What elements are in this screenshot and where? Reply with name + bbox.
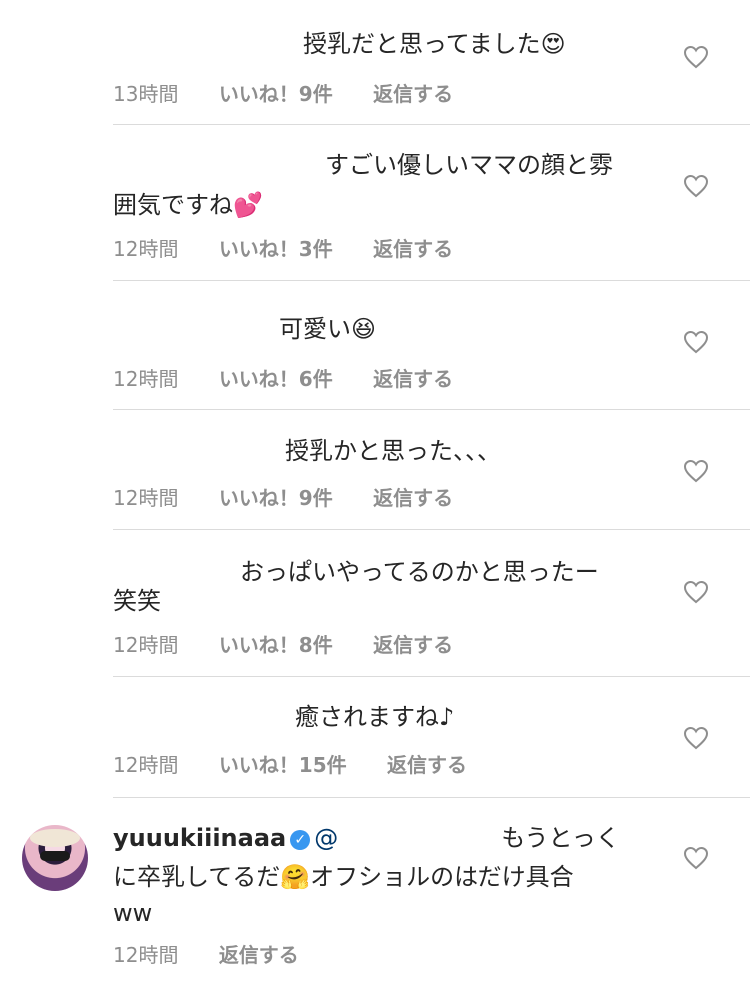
avatar[interactable] xyxy=(22,825,88,891)
comment-text: 可愛い😆 xyxy=(279,315,377,343)
comment-text-line2: に卒乳してるだ🤗オフショルのはだけ具合 xyxy=(113,863,574,891)
comment-meta: 12時間 いいね！8件 返信する xyxy=(113,629,453,658)
heart-icon[interactable] xyxy=(683,174,709,198)
reply-button[interactable]: 返信する xyxy=(387,749,467,778)
divider xyxy=(113,529,750,530)
reply-button[interactable]: 返信する xyxy=(373,363,453,392)
comment-text: 癒されますね♪ xyxy=(295,703,455,731)
comment-body-start: もうとっく xyxy=(501,824,620,852)
avatar-glasses xyxy=(40,851,70,861)
likes-count[interactable]: いいね！15件 xyxy=(219,749,347,778)
comment-time: 12時間 xyxy=(113,367,179,391)
comment-time: 12時間 xyxy=(113,943,179,967)
reply-button[interactable]: 返信する xyxy=(373,233,453,262)
comment-time: 12時間 xyxy=(113,237,179,261)
likes-count[interactable]: いいね！9件 xyxy=(219,78,333,107)
comment-meta: 12時間 返信する xyxy=(113,939,299,968)
heart-icon[interactable] xyxy=(683,45,709,69)
comment-meta: 12時間 いいね！6件 返信する xyxy=(113,363,453,392)
divider xyxy=(113,409,750,410)
likes-count[interactable]: いいね！6件 xyxy=(219,363,333,392)
reply-button[interactable]: 返信する xyxy=(219,939,299,968)
heart-icon[interactable] xyxy=(683,580,709,604)
comment-meta: 12時間 いいね！9件 返信する xyxy=(113,482,453,511)
heart-icon[interactable] xyxy=(683,459,709,483)
comment-meta: 12時間 いいね！3件 返信する xyxy=(113,233,453,262)
divider xyxy=(113,280,750,281)
divider xyxy=(113,124,750,125)
comment-text: 授乳かと思った、、、 xyxy=(285,437,501,465)
heart-icon[interactable] xyxy=(683,726,709,750)
avatar-hat xyxy=(30,829,80,847)
comment-time: 13時間 xyxy=(113,82,179,106)
heart-icon[interactable] xyxy=(683,330,709,354)
comment-text-line3: ww xyxy=(113,899,153,927)
reply-button[interactable]: 返信する xyxy=(373,78,453,107)
comment-time: 12時間 xyxy=(113,486,179,510)
comment-meta: 13時間 いいね！9件 返信する xyxy=(113,78,453,107)
divider xyxy=(113,797,750,798)
heart-icon[interactable] xyxy=(683,846,709,870)
comment-text: 授乳だと思ってました😍 xyxy=(303,30,566,58)
username[interactable]: yuuukiiinaaa xyxy=(113,824,286,852)
likes-count[interactable]: いいね！8件 xyxy=(219,629,333,658)
mention[interactable]: @ xyxy=(314,824,338,852)
likes-count[interactable]: いいね！9件 xyxy=(219,482,333,511)
comment-text-line2: 笑笑 xyxy=(113,587,161,615)
comment-text-line1: yuuukiiinaaa ✓ @ もうとっく xyxy=(113,818,673,858)
verified-badge-icon: ✓ xyxy=(290,830,311,850)
likes-count[interactable]: いいね！3件 xyxy=(219,233,333,262)
comment-text-line2: 囲気ですね💕 xyxy=(113,191,263,219)
comment-meta: 12時間 いいね！15件 返信する xyxy=(113,749,467,778)
comment-time: 12時間 xyxy=(113,753,179,777)
comment-time: 12時間 xyxy=(113,633,179,657)
reply-button[interactable]: 返信する xyxy=(373,629,453,658)
reply-button[interactable]: 返信する xyxy=(373,482,453,511)
comment-text-line1: すごい優しいママの顔と雰 xyxy=(325,151,613,179)
divider xyxy=(113,676,750,677)
